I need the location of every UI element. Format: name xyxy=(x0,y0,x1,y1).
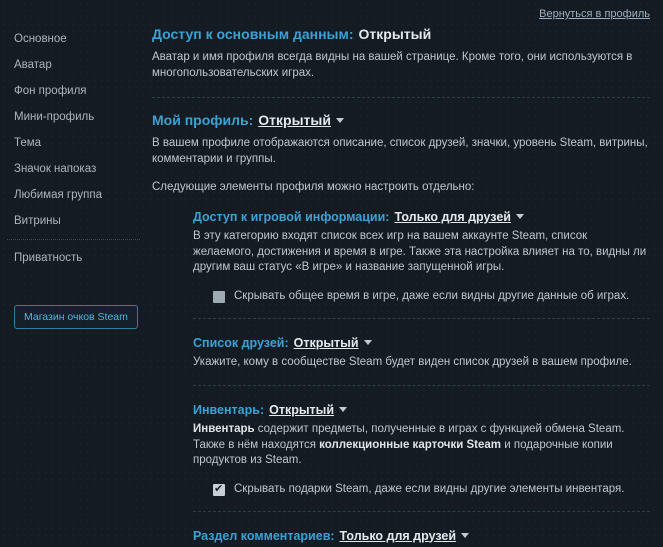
game-info-dropdown[interactable]: Только для друзей xyxy=(394,210,511,224)
chevron-down-icon[interactable] xyxy=(364,340,372,345)
my-profile-description: В вашем профиле отображаются описание, с… xyxy=(152,136,650,167)
hide-playtime-checkbox-row[interactable]: Скрывать общее время в игре, даже если в… xyxy=(213,290,650,303)
points-shop-button[interactable]: Магазин очков Steam xyxy=(14,305,138,329)
sidebar-item-showcases[interactable]: Витрины xyxy=(14,208,146,234)
chevron-down-icon[interactable] xyxy=(461,533,469,538)
game-info-label: Доступ к игровой информации: xyxy=(193,210,389,224)
sidebar-item-theme[interactable]: Тема xyxy=(14,130,146,156)
basic-access-description: Аватар и имя профиля всегда видны на ваш… xyxy=(152,50,650,81)
chevron-down-icon[interactable] xyxy=(516,214,524,219)
sidebar-item-profile-background[interactable]: Фон профиля xyxy=(14,78,146,104)
section-my-profile: Мой профиль: Открытый В вашем профиле ото… xyxy=(152,112,650,193)
inventory-label: Инвентарь: xyxy=(193,403,264,417)
chevron-down-icon[interactable] xyxy=(336,118,344,123)
my-profile-label: Мой профиль: xyxy=(152,112,253,128)
sidebar-item-mini-profile[interactable]: Мини-профиль xyxy=(14,104,146,130)
inventory-desc-bold: Инвентарь xyxy=(193,423,255,435)
section-basic-access: Доступ к основным данным: Открытый Аватар… xyxy=(152,26,650,81)
friends-list-description: Укажите, кому в сообществе Steam будет в… xyxy=(193,355,650,371)
sidebar-item-favorite-group[interactable]: Любимая группа xyxy=(14,182,146,208)
hide-gifts-label: Скрывать подарки Steam, даже если видны … xyxy=(234,483,624,495)
hide-playtime-label: Скрывать общее время в игре, даже если в… xyxy=(234,290,629,302)
sidebar-divider xyxy=(7,239,140,240)
return-row: Вернуться в профиль xyxy=(152,4,650,20)
my-profile-title: Мой профиль: Открытый xyxy=(152,112,650,128)
sidebar-item-avatar[interactable]: Аватар xyxy=(14,52,146,78)
basic-access-label: Доступ к основным данным: xyxy=(152,26,354,42)
chevron-down-icon[interactable] xyxy=(339,407,347,412)
comments-title: Раздел комментариев: Только для друзей xyxy=(193,529,650,543)
inventory-title: Инвентарь: Открытый xyxy=(193,403,650,417)
section-divider xyxy=(152,97,650,98)
comments-dropdown[interactable]: Только для друзей xyxy=(340,529,457,543)
sidebar-item-featured-badge[interactable]: Значок напоказ xyxy=(14,156,146,182)
sidebar-item-general[interactable]: Основное xyxy=(14,26,146,52)
inventory-dropdown[interactable]: Открытый xyxy=(269,403,334,417)
subsection-game-info: Доступ к игровой информации: Только для д… xyxy=(193,193,650,319)
inventory-desc-bold: коллекционные карточки Steam xyxy=(319,439,501,451)
privacy-settings-main: Вернуться в профиль Доступ к основным да… xyxy=(146,0,663,547)
subsection-inventory: Инвентарь: Открытый Инвентарь содержит пр… xyxy=(193,386,650,512)
comments-label: Раздел комментариев: xyxy=(193,529,335,543)
sidebar-item-privacy[interactable]: Приватность xyxy=(14,245,146,271)
my-profile-dropdown[interactable]: Открытый xyxy=(258,112,331,128)
separate-settings-note: Следующие элементы профиля можно настрои… xyxy=(152,181,650,193)
friends-list-dropdown[interactable]: Открытый xyxy=(294,336,359,350)
basic-access-title: Доступ к основным данным: Открытый xyxy=(152,26,650,42)
inventory-description: Инвентарь содержит предметы, полученные … xyxy=(193,422,650,469)
profile-edit-sidebar: Основное Аватар Фон профиля Мини-профиль… xyxy=(0,0,146,547)
hide-gifts-checkbox-row[interactable]: Скрывать подарки Steam, даже если видны … xyxy=(213,483,650,496)
friends-list-label: Список друзей: xyxy=(193,336,289,350)
hide-playtime-checkbox[interactable] xyxy=(213,291,225,303)
subsection-comments: Раздел комментариев: Только для друзей xyxy=(193,512,650,547)
basic-access-value: Открытый xyxy=(359,26,432,42)
friends-list-title: Список друзей: Открытый xyxy=(193,336,650,350)
game-info-description: В эту категорию входят список всех игр н… xyxy=(193,229,650,276)
game-info-title: Доступ к игровой информации: Только для д… xyxy=(193,210,650,224)
hide-gifts-checkbox[interactable] xyxy=(213,484,225,496)
return-to-profile-link[interactable]: Вернуться в профиль xyxy=(539,8,650,20)
subsection-friends-list: Список друзей: Открытый Укажите, кому в с… xyxy=(193,319,650,387)
page: Основное Аватар Фон профиля Мини-профиль… xyxy=(0,0,663,547)
subsections: Доступ к игровой информации: Только для д… xyxy=(193,193,650,547)
